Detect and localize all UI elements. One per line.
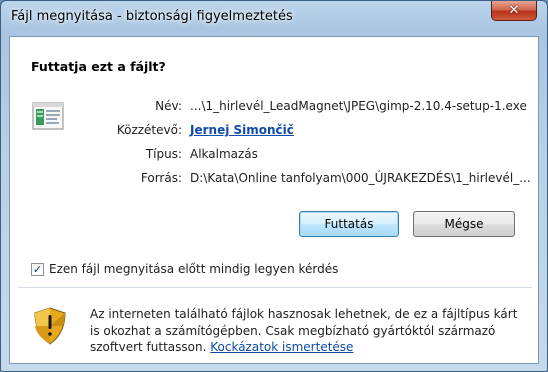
security-warning-dialog: Fájl megnyitása - biztonsági figyelmezte… [0,0,548,372]
type-label: Típus: [145,147,182,161]
run-button[interactable]: Futtatás [299,211,399,237]
publisher-link[interactable]: Jernej Simončič [190,123,294,137]
window-title: Fájl megnyitása - biztonsági figyelmezte… [11,9,293,24]
source-value: D:\Kata\Online tanfolyam\000_ÚJRAKEZDÉS\… [190,171,531,185]
name-value: ...\1_hirlevél_LeadMagnet\JPEG\gimp-2.10… [190,99,527,113]
divider [18,287,532,288]
type-value: Alkalmazás [190,147,258,161]
always-ask-label[interactable]: Ezen fájl megnyitása előtt mindig legyen… [49,262,338,276]
close-icon: ✕ [508,3,520,18]
dialog-content: Futtatja ezt a fájlt? Név: ...\1_hirlevé… [9,36,539,364]
dialog-heading: Futtatja ezt a fájlt? [31,59,166,74]
publisher-label: Közzétevő: [116,123,182,137]
close-button[interactable]: ✕ [491,1,537,21]
warning-message: Az interneten található fájlok hasznosak… [90,306,530,356]
always-ask-checkbox[interactable]: ✓ [31,262,44,276]
cancel-button[interactable]: Mégse [413,211,515,237]
source-label: Forrás: [140,171,182,185]
checkmark-icon: ✓ [32,262,43,276]
security-shield-icon [34,307,66,345]
title-bar[interactable]: Fájl megnyitása - biztonsági figyelmezte… [1,1,547,37]
always-ask-option[interactable]: ✓ Ezen fájl megnyitása előtt mindig legy… [31,262,338,276]
risks-link[interactable]: Kockázatok ismertetése [210,340,353,354]
name-label: Név: [155,99,182,113]
